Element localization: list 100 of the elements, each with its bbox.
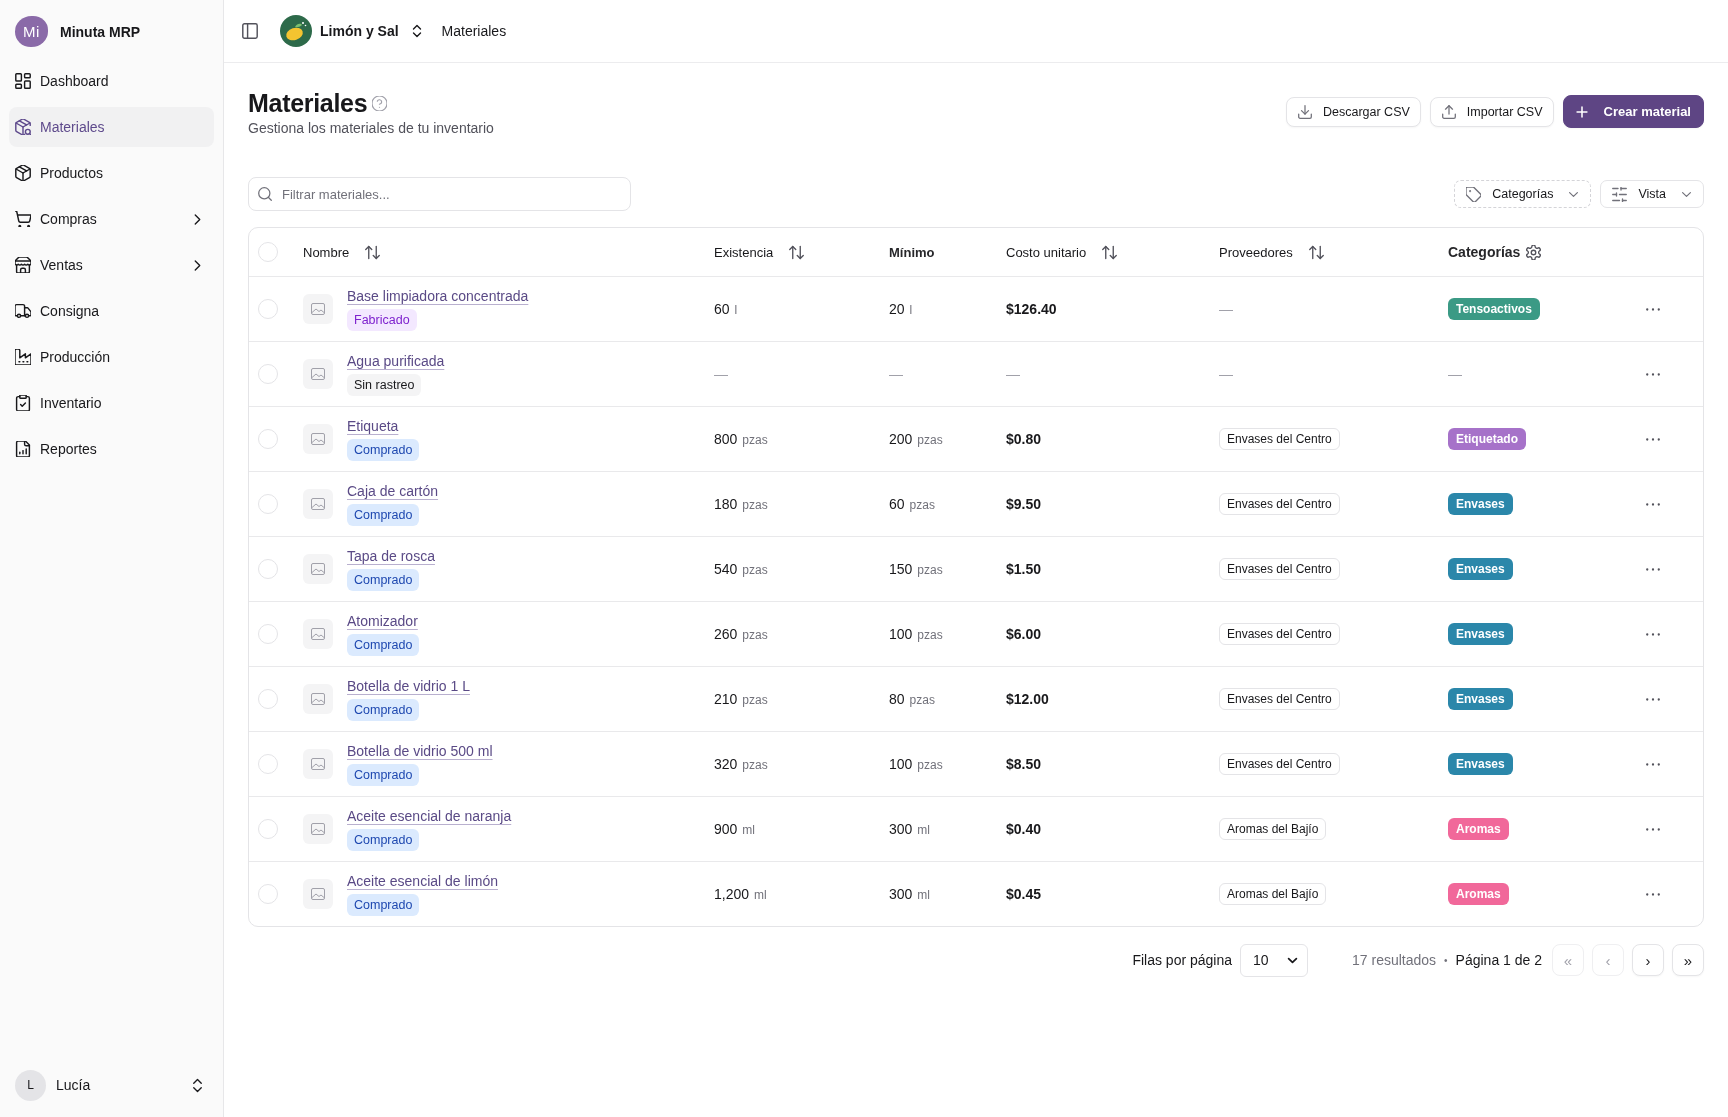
type-tag: Comprado	[347, 763, 420, 786]
brand-name: Minuta MRP	[60, 23, 141, 40]
file-chart-icon	[15, 441, 31, 457]
material-link[interactable]: Base limpiadora concentrada	[347, 287, 529, 304]
row-checkbox[interactable]	[258, 624, 278, 644]
nav-item[interactable]: Consigna	[9, 291, 214, 331]
stock-value: 320	[714, 756, 738, 772]
import-csv-button[interactable]: Importar CSV	[1429, 96, 1554, 127]
unit-label: pzas	[742, 498, 768, 512]
image-placeholder-icon	[303, 294, 333, 324]
material-link[interactable]: Aceite esencial de limón	[347, 872, 498, 889]
page-nav-button[interactable]: ›	[1632, 944, 1664, 976]
stock-value: 540	[714, 561, 738, 577]
supplier-chip: Envases del Centro	[1219, 558, 1340, 580]
empty-value: —	[1219, 301, 1233, 317]
ellipsis-icon	[1646, 307, 1660, 311]
type-tag: Comprado	[347, 698, 420, 721]
ellipsis-icon	[1646, 762, 1660, 766]
ellipsis-icon	[1646, 697, 1660, 701]
categories-filter-button[interactable]: Categorías	[1454, 180, 1592, 208]
nav-item[interactable]: Materiales	[9, 107, 214, 147]
view-options-button[interactable]: Vista	[1600, 180, 1704, 208]
material-link[interactable]: Agua purificada	[347, 352, 445, 369]
select-all-checkbox[interactable]	[258, 242, 278, 262]
category-tag: Envases	[1448, 623, 1513, 645]
nav-item[interactable]: Producción	[9, 337, 214, 377]
rows-per-page-select[interactable]: 10	[1240, 943, 1308, 977]
material-link[interactable]: Tapa de rosca	[347, 547, 435, 564]
nav-item[interactable]: Compras	[9, 199, 214, 239]
unit-cost: $6.00	[1006, 626, 1042, 642]
sort-arrows-icon	[789, 244, 805, 260]
sort-button[interactable]	[1308, 244, 1324, 260]
supplier-chip: Envases del Centro	[1219, 623, 1340, 645]
nav-item[interactable]: Inventario	[9, 383, 214, 423]
column-header: Existencia	[714, 244, 774, 260]
row-checkbox[interactable]	[258, 494, 278, 514]
type-tag: Fabricado	[347, 308, 417, 331]
minimum-value: 300	[889, 821, 913, 837]
nav-item[interactable]: Ventas	[9, 245, 214, 285]
empty-value: —	[1006, 366, 1020, 382]
sort-button[interactable]	[365, 244, 381, 260]
row-checkbox[interactable]	[258, 364, 278, 384]
unit-label: ml	[917, 888, 931, 902]
nav-item[interactable]: Reportes	[9, 429, 214, 469]
panel-left-icon	[242, 23, 258, 39]
nav-item[interactable]: Productos	[9, 153, 214, 193]
row-checkbox[interactable]	[258, 429, 278, 449]
image-placeholder-icon	[303, 489, 333, 519]
unit-label: pzas	[742, 433, 768, 447]
sort-button[interactable]	[789, 244, 805, 260]
create-material-button[interactable]: Crear material	[1562, 95, 1704, 128]
ellipsis-icon	[1646, 827, 1660, 831]
user-menu[interactable]: L Lucía	[8, 1061, 215, 1109]
ellipsis-icon	[1646, 892, 1660, 896]
stock-value: 60	[714, 301, 730, 317]
stock-value: 180	[714, 496, 738, 512]
material-link[interactable]: Atomizador	[347, 612, 418, 629]
minimum-value: 20	[889, 301, 905, 317]
unit-cost: $1.50	[1006, 561, 1042, 577]
search-field[interactable]: Filtrar materiales...	[248, 177, 631, 211]
sort-button[interactable]	[1102, 244, 1118, 260]
material-link[interactable]: Botella de vidrio 500 ml	[347, 742, 493, 759]
lemon-icon	[280, 15, 312, 47]
row-checkbox[interactable]	[258, 299, 278, 319]
page-subtitle: Gestiona los materiales de tu inventario	[248, 120, 494, 136]
row-checkbox[interactable]	[258, 819, 278, 839]
page-nav-button[interactable]: »	[1672, 944, 1704, 976]
image-placeholder-icon	[303, 814, 333, 844]
material-link[interactable]: Etiqueta	[347, 417, 399, 434]
unit-label: pzas	[742, 628, 768, 642]
material-link[interactable]: Aceite esencial de naranja	[347, 807, 512, 824]
brand-logo: Mi	[15, 16, 48, 47]
type-tag: Comprado	[347, 828, 420, 851]
unit-label: pzas	[917, 563, 943, 577]
truck-icon	[15, 303, 31, 319]
nav-item[interactable]: Dashboard	[9, 61, 214, 101]
category-tag: Envases	[1448, 558, 1513, 580]
unit-cost: $9.50	[1006, 496, 1042, 512]
material-link[interactable]: Botella de vidrio 1 L	[347, 677, 470, 694]
empty-value: —	[1448, 366, 1462, 382]
ellipsis-icon	[1646, 567, 1660, 571]
material-link[interactable]: Caja de cartón	[347, 482, 439, 499]
download-csv-button[interactable]: Descargar CSV	[1286, 96, 1421, 127]
column-settings-button[interactable]	[1526, 244, 1542, 260]
minimum-value: 80	[889, 691, 905, 707]
supplier-chip: Envases del Centro	[1219, 753, 1340, 775]
chevrons-up-down-icon	[190, 1077, 205, 1093]
unit-cost: $0.80	[1006, 431, 1042, 447]
column-header: Proveedores	[1219, 244, 1293, 260]
row-checkbox[interactable]	[258, 559, 278, 579]
row-checkbox[interactable]	[258, 754, 278, 774]
empty-value: —	[1219, 366, 1233, 382]
column-header: Nombre	[303, 244, 350, 260]
empty-value: —	[889, 366, 903, 382]
row-checkbox[interactable]	[258, 689, 278, 709]
tag-icon	[1466, 186, 1482, 202]
row-checkbox[interactable]	[258, 884, 278, 904]
organization-switcher[interactable]: Limón y Sal	[280, 15, 424, 47]
breadcrumb: Materiales	[441, 23, 507, 39]
help-icon	[372, 95, 388, 111]
